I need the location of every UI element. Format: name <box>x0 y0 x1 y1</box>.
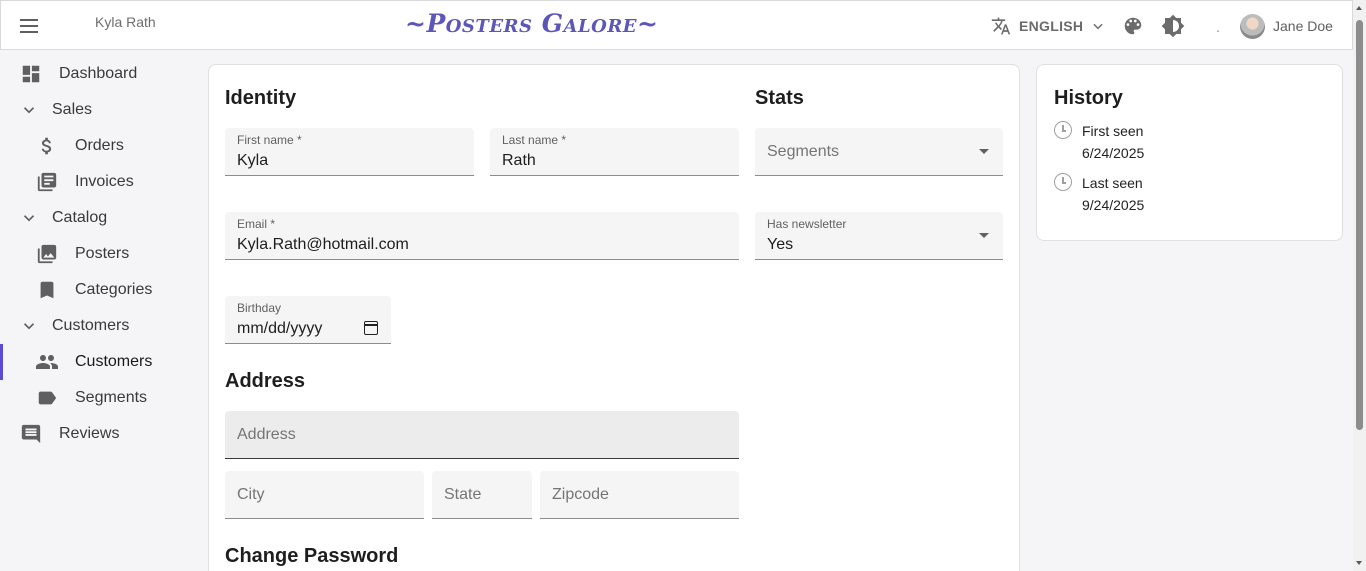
app-bar: Kyla Rath ~Posters Galore~ ENGLISH . Jan… <box>0 0 1353 50</box>
people-icon <box>35 350 59 374</box>
sidebar-item-label: Customers <box>52 317 130 334</box>
field-value: Rath <box>502 152 536 169</box>
sidebar-item-segments[interactable]: Segments <box>0 380 200 416</box>
translate-icon <box>991 17 1011 35</box>
page-scrollbar[interactable] <box>1353 0 1366 571</box>
sidebar-item-invoices[interactable]: Invoices <box>0 164 200 200</box>
address-field[interactable]: Address <box>225 411 739 459</box>
dropdown-arrow-icon <box>979 233 989 238</box>
change-password-title: Change Password <box>225 545 399 567</box>
sidebar-item-label: Invoices <box>75 173 134 190</box>
field-placeholder: Segments <box>767 143 840 160</box>
language-selector[interactable]: ENGLISH <box>991 13 1105 39</box>
last-name-field[interactable]: Last name * Rath <box>490 128 739 176</box>
theme-toggle-icon[interactable] <box>1160 13 1186 39</box>
field-placeholder: Zipcode <box>552 486 609 503</box>
sidebar-group-customers[interactable]: Customers <box>0 308 200 344</box>
sidebar-item-orders[interactable]: Orders <box>0 128 200 164</box>
chevron-down-icon <box>1093 23 1103 30</box>
label-icon <box>35 386 59 410</box>
sidebar: Dashboard Sales Orders Invoices Catalog … <box>0 56 200 452</box>
first-seen-label: First seen <box>1082 123 1144 139</box>
menu-icon[interactable] <box>14 14 46 38</box>
birthday-field[interactable]: Birthday mm/dd/yyyy <box>225 296 391 344</box>
language-label: ENGLISH <box>1019 18 1084 34</box>
sidebar-item-label: Sales <box>52 101 93 118</box>
field-placeholder: City <box>237 486 265 503</box>
clock-icon <box>1054 173 1072 191</box>
dropdown-arrow-icon <box>979 149 989 154</box>
field-label: Last name * <box>502 133 567 147</box>
history-title: History <box>1054 87 1123 109</box>
avatar <box>1240 13 1265 39</box>
segments-select[interactable]: Segments <box>755 128 1003 176</box>
sidebar-item-reviews[interactable]: Reviews <box>0 416 200 452</box>
brand-title: ~Posters Galore~ <box>405 9 659 38</box>
sidebar-item-label: Categories <box>75 281 153 298</box>
chevron-down-icon <box>17 98 41 122</box>
address-title: Address <box>225 370 306 392</box>
invoices-icon <box>35 170 59 194</box>
palette-icon[interactable] <box>1120 13 1146 39</box>
chevron-down-icon <box>17 314 41 338</box>
first-name-field[interactable]: First name * Kyla <box>225 128 474 176</box>
field-label: First name * <box>237 133 302 147</box>
history-panel: History First seen 6/24/2025 Last seen 9… <box>1036 64 1343 241</box>
email-field[interactable]: Email * Kyla.Rath@hotmail.com <box>225 212 739 260</box>
scroll-up-arrow-icon[interactable] <box>1356 6 1362 10</box>
zipcode-field[interactable]: Zipcode <box>540 471 739 519</box>
field-label: Has newsletter <box>767 217 847 231</box>
field-value: Kyla.Rath@hotmail.com <box>237 236 409 253</box>
field-label: Birthday <box>237 301 282 315</box>
sidebar-item-customers[interactable]: Customers <box>0 344 200 380</box>
last-seen-row: Last seen 9/24/2025 <box>1054 172 1144 216</box>
status-dot: . <box>1216 19 1220 35</box>
first-seen-value: 6/24/2025 <box>1082 145 1145 161</box>
user-name: Jane Doe <box>1273 18 1333 34</box>
calendar-icon[interactable] <box>364 321 378 335</box>
scrollbar-thumb[interactable] <box>1356 20 1363 430</box>
city-field[interactable]: City <box>225 471 424 519</box>
state-field[interactable]: State <box>432 471 532 519</box>
sidebar-item-label: Segments <box>75 389 148 406</box>
scroll-down-arrow-icon[interactable] <box>1356 561 1362 565</box>
identity-title: Identity <box>225 87 297 109</box>
last-seen-value: 9/24/2025 <box>1082 197 1145 213</box>
customer-edit-form: Identity Stats First name * Kyla Last na… <box>208 64 1020 571</box>
sidebar-item-label: Posters <box>75 245 130 262</box>
sidebar-item-dashboard[interactable]: Dashboard <box>0 56 200 92</box>
sidebar-item-label: Dashboard <box>59 65 138 82</box>
field-placeholder: Address <box>237 426 296 443</box>
sidebar-item-label: Catalog <box>52 209 108 226</box>
comment-icon <box>19 422 43 446</box>
chevron-down-icon <box>17 206 41 230</box>
user-menu[interactable]: Jane Doe <box>1240 13 1333 39</box>
dashboard-icon <box>19 62 43 86</box>
field-value: mm/dd/yyyy <box>237 320 323 337</box>
stats-title: Stats <box>755 87 804 109</box>
field-value: Kyla <box>237 152 269 169</box>
sidebar-item-categories[interactable]: Categories <box>0 272 200 308</box>
sidebar-item-label: Orders <box>75 137 124 154</box>
sidebar-group-sales[interactable]: Sales <box>0 92 200 128</box>
sidebar-item-posters[interactable]: Posters <box>0 236 200 272</box>
record-title: Kyla Rath <box>95 14 156 30</box>
image-collection-icon <box>35 242 59 266</box>
dollar-icon <box>35 134 59 158</box>
bookmark-icon <box>35 278 59 302</box>
field-label: Email * <box>237 217 276 231</box>
field-placeholder: State <box>444 486 482 503</box>
newsletter-select[interactable]: Has newsletter Yes <box>755 212 1003 260</box>
sidebar-item-label: Reviews <box>59 425 120 442</box>
field-value: Yes <box>767 236 794 253</box>
first-seen-row: First seen 6/24/2025 <box>1054 120 1144 164</box>
sidebar-item-label: Customers <box>75 353 153 370</box>
sidebar-group-catalog[interactable]: Catalog <box>0 200 200 236</box>
last-seen-label: Last seen <box>1082 175 1143 191</box>
clock-icon <box>1054 121 1072 139</box>
